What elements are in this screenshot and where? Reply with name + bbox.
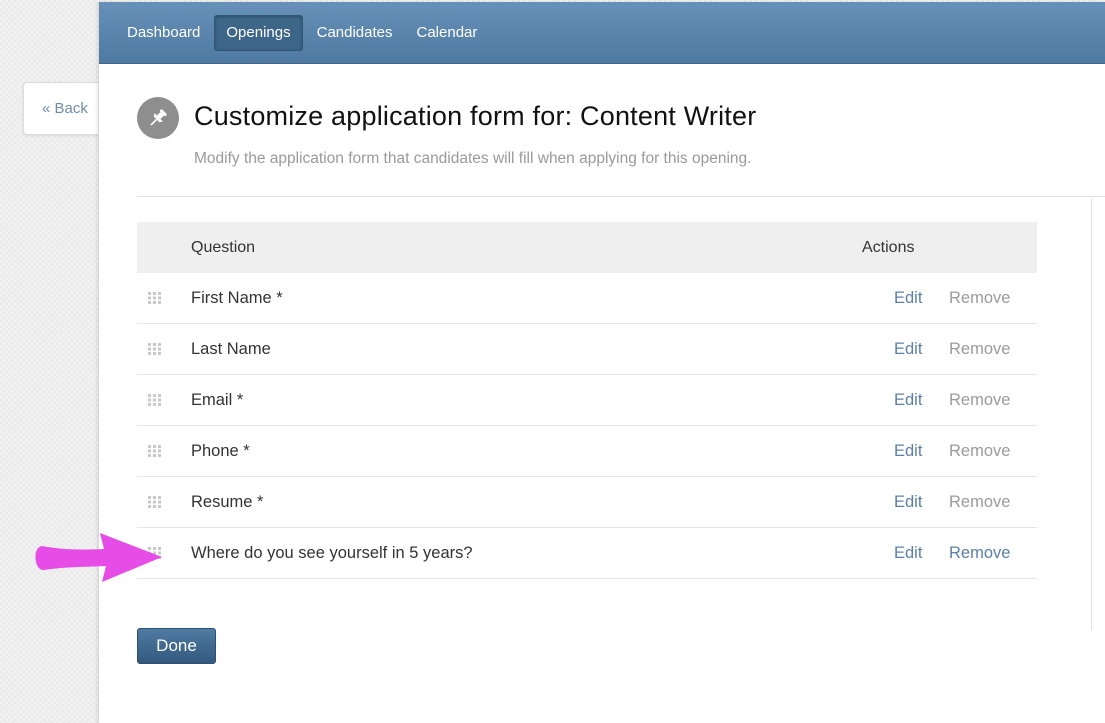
edit-link[interactable]: Edit [894,493,949,512]
column-actions: Actions [862,238,915,256]
main-panel: Dashboard Openings Candidates Calendar C… [98,2,1105,723]
table-row: Email * Edit Remove [137,375,1037,426]
table-row: First Name * Edit Remove [137,273,1037,324]
edit-link[interactable]: Edit [894,391,949,410]
drag-handle-icon[interactable] [137,375,191,425]
table-row: Phone * Edit Remove [137,426,1037,477]
remove-link[interactable]: Remove [949,544,1037,563]
edit-link[interactable]: Edit [894,442,949,461]
question-text: Where do you see yourself in 5 years? [191,543,473,562]
done-button[interactable]: Done [137,628,216,664]
question-text: Last Name [191,339,271,358]
remove-link[interactable]: Remove [949,493,1037,512]
remove-link[interactable]: Remove [949,340,1037,359]
table-row: Resume * Edit Remove [137,477,1037,528]
table-row: Where do you see yourself in 5 years? Ed… [137,528,1037,579]
question-text: Resume * [191,492,264,511]
questions-table: Question Actions First Name * Edit Remov… [137,222,1037,579]
question-text: Email * [191,390,244,409]
column-question: Question [191,238,256,256]
drag-handle-icon[interactable] [137,273,191,323]
table-row: Last Name Edit Remove [137,324,1037,375]
edit-link[interactable]: Edit [894,289,949,308]
nav-calendar[interactable]: Calendar [407,15,488,51]
edit-link[interactable]: Edit [894,340,949,359]
annotation-arrow-icon [35,533,162,582]
drag-handle-icon[interactable] [137,426,191,476]
question-text: Phone * [191,441,250,460]
edit-link[interactable]: Edit [894,544,949,563]
top-nav: Dashboard Openings Candidates Calendar [99,2,1105,64]
remove-link[interactable]: Remove [949,289,1037,308]
drag-handle-icon[interactable] [137,477,191,527]
page-title: Customize application form for: Content … [194,101,757,131]
table-header: Question Actions [137,222,1037,273]
side-divider [1091,198,1092,630]
remove-link[interactable]: Remove [949,391,1037,410]
nav-dashboard[interactable]: Dashboard [117,15,210,51]
question-text: First Name * [191,288,283,307]
drag-handle-icon[interactable] [137,324,191,374]
header-divider [137,196,1105,197]
nav-candidates[interactable]: Candidates [307,15,403,51]
pushpin-icon [137,97,179,139]
page-subtitle: Modify the application form that candida… [194,150,752,167]
remove-link[interactable]: Remove [949,442,1037,461]
nav-openings[interactable]: Openings [214,14,303,51]
